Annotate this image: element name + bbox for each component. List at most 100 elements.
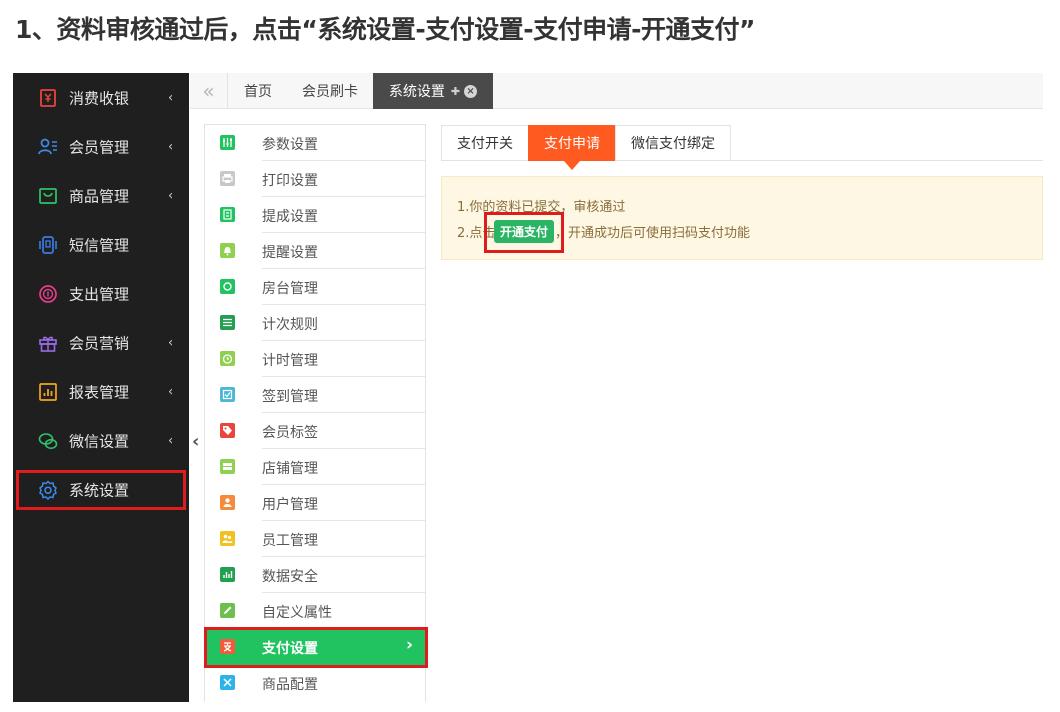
- sidebar-item-system-settings[interactable]: 系统设置: [13, 465, 189, 514]
- sidebar-item-label: 系统设置: [69, 481, 130, 499]
- data-security-icon: [220, 567, 235, 582]
- chevron-left-icon: ‹: [168, 90, 174, 105]
- settings-item-staff[interactable]: 员工管理: [205, 521, 425, 557]
- printer-icon: [220, 171, 235, 186]
- user-icon: [220, 495, 235, 510]
- clock-icon: [220, 351, 235, 366]
- sidebar-item-wechat[interactable]: 微信设置 ‹: [13, 416, 189, 465]
- tab-label: 系统设置: [388, 84, 445, 100]
- settings-item-print[interactable]: 打印设置: [205, 161, 425, 197]
- params-icon: [220, 135, 235, 150]
- sidebar-item-label: 会员管理: [69, 138, 130, 156]
- tab-label: 首页: [244, 84, 272, 100]
- settings-item-member-tag[interactable]: 会员标签: [205, 413, 425, 449]
- sidebar-item-label: 消费收银: [69, 89, 130, 107]
- close-icon[interactable]: ×: [464, 84, 478, 98]
- settings-item-checkin[interactable]: 签到管理: [205, 377, 425, 413]
- subtab-label: 支付申请: [544, 136, 600, 152]
- chevron-left-icon: ‹: [168, 433, 174, 448]
- main-sidebar: 消费收银 ‹ 会员管理 ‹ 商品管理 ‹ 短信管理 支出管理 会员营销 ‹ 报表…: [13, 73, 189, 702]
- chevron-left-icon: ‹: [168, 335, 174, 350]
- sidebar-item-label: 短信管理: [69, 236, 130, 254]
- report-icon: [38, 382, 58, 402]
- chevron-left-icon: ‹: [168, 139, 174, 154]
- bell-icon: [220, 243, 235, 258]
- sidebar-item-label: 微信设置: [69, 432, 130, 450]
- double-chevron-left-icon[interactable]: «: [190, 73, 228, 109]
- notice-line-2-suffix: ，开通成功后可使用扫码支付功能: [555, 226, 751, 241]
- settings-item-label: 员工管理: [262, 533, 318, 549]
- store-icon: [220, 459, 235, 474]
- sidebar-item-cashier[interactable]: 消费收银 ‹: [13, 73, 189, 122]
- wechat-icon: [38, 431, 58, 451]
- pin-icon[interactable]: ✚: [451, 85, 460, 98]
- cashier-icon: [38, 88, 58, 108]
- settings-item-room[interactable]: 房台管理: [205, 269, 425, 305]
- settings-item-store[interactable]: 店铺管理: [205, 449, 425, 485]
- settings-item-label: 自定义属性: [262, 605, 332, 621]
- room-icon: [220, 279, 235, 294]
- settings-item-label: 签到管理: [262, 389, 318, 405]
- sidebar-item-label: 支出管理: [69, 285, 130, 303]
- settings-item-label: 计时管理: [262, 353, 318, 369]
- settings-item-label: 商品配置: [262, 677, 318, 693]
- settings-item-label: 支付设置: [262, 641, 318, 657]
- settings-item-label: 用户管理: [262, 497, 318, 513]
- settings-item-label: 提醒设置: [262, 245, 318, 261]
- subtab-label: 微信支付绑定: [631, 136, 715, 152]
- members-icon: [38, 137, 58, 157]
- active-tab-caret: [564, 161, 580, 170]
- tab-label: 会员刷卡: [302, 84, 358, 100]
- settings-menu-list: 参数设置 打印设置 提成设置 提醒设置 房台管理 计次规则 计时管理 签到管理: [204, 124, 426, 702]
- chevron-right-icon: ›: [405, 635, 413, 655]
- sidebar-item-products[interactable]: 商品管理 ‹: [13, 171, 189, 220]
- payment-sub-tabs: 支付开关 支付申请 微信支付绑定: [441, 125, 1043, 161]
- sidebar-item-label: 报表管理: [69, 383, 130, 401]
- subtab-wechat-pay-binding[interactable]: 微信支付绑定: [615, 125, 731, 161]
- gear-icon: [38, 479, 58, 500]
- tab-system-settings[interactable]: 系统设置 ✚ ×: [373, 73, 493, 109]
- settings-item-params[interactable]: 参数设置: [205, 125, 425, 161]
- sidebar-item-label: 会员营销: [69, 334, 130, 352]
- subtab-payment-apply[interactable]: 支付申请: [528, 125, 616, 161]
- chevron-left-icon: ‹: [168, 188, 174, 203]
- checkin-icon: [220, 387, 235, 402]
- page-tab-bar: « 首页 会员刷卡 系统设置 ✚ ×: [190, 73, 1043, 109]
- notice-line-2-prefix: 2.点击: [457, 226, 496, 241]
- settings-item-label: 会员标签: [262, 425, 318, 441]
- sidebar-item-expense[interactable]: 支出管理: [13, 269, 189, 318]
- tab-home[interactable]: 首页: [228, 73, 288, 109]
- activate-payment-button[interactable]: 开通支付: [494, 220, 554, 243]
- approval-notice: 1.你的资料已提交，审核通过 2.点击 开通支付 ，开通成功后可使用扫码支付功能: [441, 176, 1043, 260]
- document-title: 1、资料审核通过后，点击“系统设置-支付设置-支付申请-开通支付”: [15, 15, 755, 44]
- settings-item-label: 店铺管理: [262, 461, 318, 477]
- settings-item-label: 房台管理: [262, 281, 318, 297]
- settings-item-custom-attr[interactable]: 自定义属性: [205, 593, 425, 629]
- payment-icon: [220, 639, 235, 654]
- sidebar-item-reports[interactable]: 报表管理 ‹: [13, 367, 189, 416]
- subtab-label: 支付开关: [457, 136, 513, 152]
- subtab-payment-switch[interactable]: 支付开关: [441, 125, 529, 161]
- tag-icon: [220, 423, 235, 438]
- settings-item-label: 参数设置: [262, 137, 318, 153]
- settings-item-product-config[interactable]: 商品配置: [205, 665, 425, 701]
- settings-item-commission[interactable]: 提成设置: [205, 197, 425, 233]
- settings-item-reminder[interactable]: 提醒设置: [205, 233, 425, 269]
- sidebar-item-sms[interactable]: 短信管理: [13, 220, 189, 269]
- settings-item-data-security[interactable]: 数据安全: [205, 557, 425, 593]
- settings-item-label: 数据安全: [262, 569, 318, 585]
- sidebar-item-marketing[interactable]: 会员营销 ‹: [13, 318, 189, 367]
- gift-icon: [38, 333, 58, 353]
- sidebar-item-members[interactable]: 会员管理 ‹: [13, 122, 189, 171]
- edit-icon: [220, 603, 235, 618]
- tab-member-card[interactable]: 会员刷卡: [288, 73, 372, 109]
- settings-item-label: 计次规则: [262, 317, 318, 333]
- tools-icon: [220, 675, 235, 690]
- expense-icon: [38, 284, 58, 304]
- settings-item-timer[interactable]: 计时管理: [205, 341, 425, 377]
- settings-item-payment[interactable]: 支付设置 ›: [205, 629, 425, 665]
- sidebar-item-label: 商品管理: [69, 187, 130, 205]
- settings-item-user[interactable]: 用户管理: [205, 485, 425, 521]
- settings-item-count-rule[interactable]: 计次规则: [205, 305, 425, 341]
- count-rule-icon: [220, 315, 235, 330]
